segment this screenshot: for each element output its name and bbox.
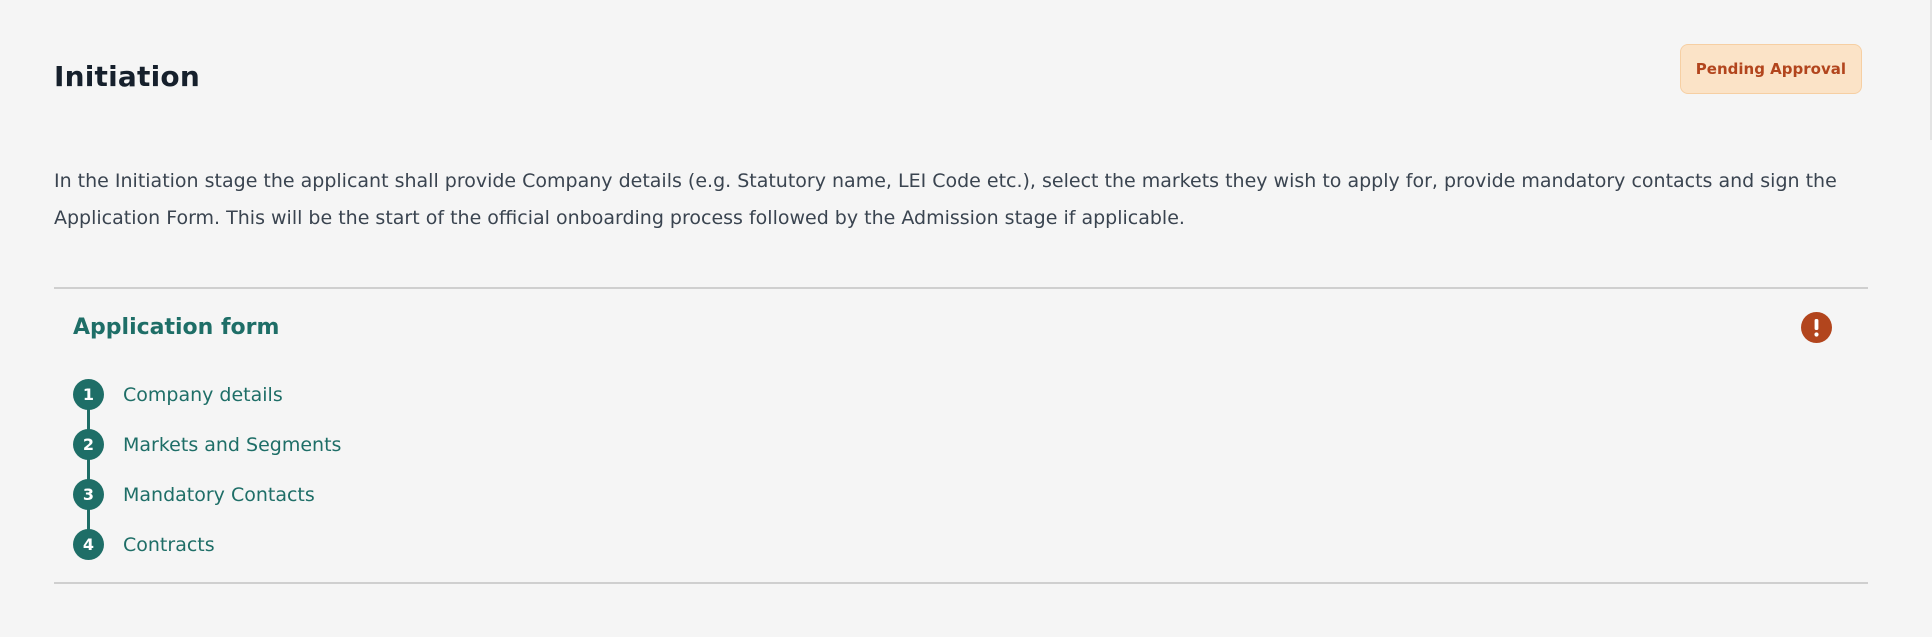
stage-description: In the Initiation stage the applicant sh… — [54, 170, 1837, 229]
step-company-details[interactable]: 1 Company details — [73, 379, 283, 410]
page-header: Initiation Pending Approval — [54, 0, 1862, 140]
application-form-title: Application form — [73, 315, 280, 340]
initiation-page: Initiation Pending Approval In the Initi… — [0, 0, 1932, 637]
step-label: Markets and Segments — [123, 433, 342, 456]
section-divider-bottom — [54, 582, 1868, 584]
step-markets-and-segments[interactable]: 2 Markets and Segments — [73, 429, 341, 460]
step-label: Company details — [123, 383, 283, 406]
section-divider-top — [54, 287, 1868, 289]
exclamation-circle-icon[interactable] — [1801, 312, 1832, 343]
status-badge: Pending Approval — [1679, 44, 1862, 94]
page-title: Initiation — [54, 60, 200, 93]
step-number-badge: 3 — [73, 479, 104, 510]
step-label: Mandatory Contacts — [123, 483, 315, 506]
steps-connector-line — [87, 395, 90, 545]
exclamation-glyph — [1814, 319, 1819, 337]
step-mandatory-contacts[interactable]: 3 Mandatory Contacts — [73, 479, 315, 510]
step-number-badge: 2 — [73, 429, 104, 460]
step-number-badge: 4 — [73, 529, 104, 560]
step-number-badge: 1 — [73, 379, 104, 410]
step-label: Contracts — [123, 533, 215, 556]
step-contracts[interactable]: 4 Contracts — [73, 529, 215, 560]
application-form-steps: 1 Company details 2 Markets and Segments… — [73, 379, 573, 560]
